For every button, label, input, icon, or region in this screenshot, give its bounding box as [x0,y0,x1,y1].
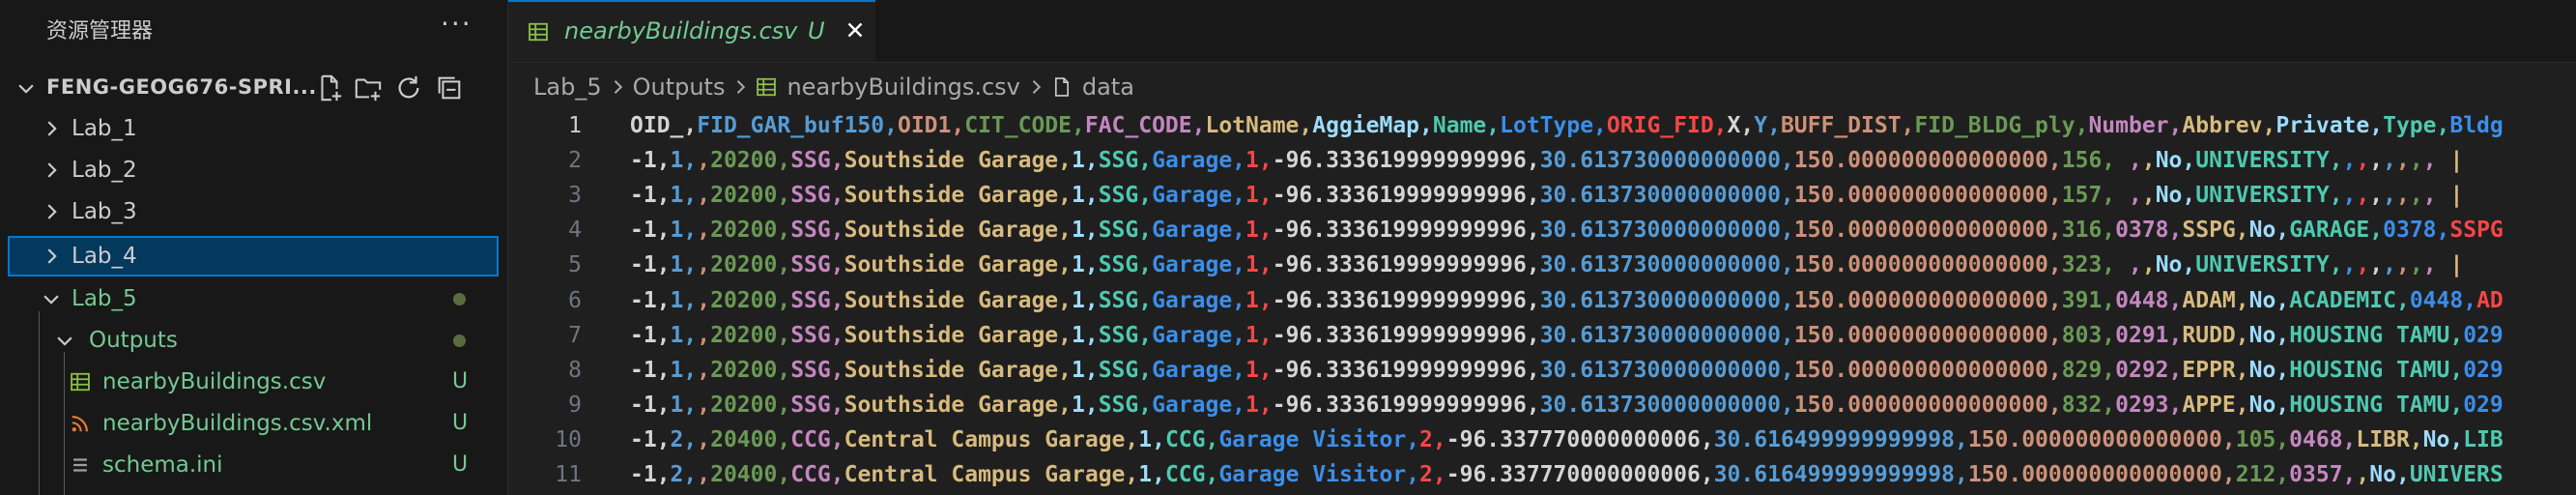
modified-dot [453,335,466,347]
chevron-down-icon [18,84,34,94]
tree-item-label: Lab_5 [72,286,137,311]
tree-item-lab4[interactable]: Lab_4 [8,236,499,277]
chevron-right-icon [47,162,57,178]
collapse-all-icon[interactable] [435,73,464,102]
line-number: 8 [568,357,582,383]
code-line[interactable]: 8 -1,1,,20200,SSG,Southside Garage,1,SSG,… [508,353,2576,388]
tab-label: nearbyBuildings.csv [564,17,798,44]
breadcrumb-item[interactable]: data [1082,73,1134,101]
code-line[interactable]: 5 -1,1,,20200,SSG,Southside Garage,1,SSG,… [508,248,2576,282]
git-status-badge: U [452,411,469,435]
tree-item-lab3[interactable]: Lab_3 [0,191,501,232]
git-status-badge: U [452,369,469,393]
line-number: 11 [555,462,582,487]
tree-item-label: Lab_4 [72,244,137,269]
code-text: -1,1,,20200,SSG,Southside Garage,1,SSG,G… [630,252,2464,278]
tree-item-lab5[interactable]: Lab_5 [0,278,501,319]
tree-item-label: nearbyBuildings.csv [102,369,327,394]
git-status-badge: U [808,17,825,44]
tree-item-lab1[interactable]: Lab_1 [0,108,501,149]
code-text: -1,1,,20200,SSG,Southside Garage,1,SSG,G… [630,322,2504,348]
code-text: OID_,FID_GAR_buf150,OID1,CIT_CODE,FAC_CO… [630,113,2504,138]
file-icon [1054,77,1069,97]
code-line[interactable]: 9 -1,1,,20200,SSG,Southside Garage,1,SSG,… [508,388,2576,422]
code-text: -1,1,,20200,SSG,Southside Garage,1,SSG,G… [630,218,2504,244]
line-number: 6 [568,287,582,313]
workspace-section-header[interactable]: FENG-GEOG676-SPRI... [0,68,507,108]
tree-item-label: nearbyBuildings.csv.xml [102,411,373,436]
modified-dot [453,293,466,306]
code-line[interactable]: 11 -1,2,,20400,CCG,Central Campus Garage,… [508,457,2576,492]
code-text: -1,2,,20400,CCG,Central Campus Garage,1,… [630,426,2504,452]
settings-file-icon [73,458,87,472]
chevron-right-icon [47,204,57,219]
code-line[interactable]: 7 -1,1,,20200,SSG,Southside Garage,1,SSG,… [508,318,2576,353]
code-line[interactable]: 4 -1,1,,20200,SSG,Southside Garage,1,SSG,… [508,213,2576,248]
csv-table-icon [757,77,777,97]
workspace-title: FENG-GEOG676-SPRI... [46,75,317,99]
close-icon[interactable] [843,17,868,43]
code-line[interactable]: 1 OID_,FID_GAR_buf150,OID1,CIT_CODE,FAC_C… [508,108,2576,143]
tree-item-nearbybuildings-csv[interactable]: nearbyBuildings.csv U [0,362,501,402]
code-text: -1,1,,20200,SSG,Southside Garage,1,SSG,G… [630,357,2504,383]
csv-table-icon [529,22,548,42]
code-text: -1,1,,20200,SSG,Southside Garage,1,SSG,G… [630,392,2504,418]
refresh-icon[interactable] [394,73,423,102]
tree-item-nearbybuildings-csv-xml[interactable]: nearbyBuildings.csv.xml U [0,403,501,444]
breadcrumb: Lab_5 Outputs nearbyBuildings.csv data [533,70,1134,104]
code-text: -1,1,,20200,SSG,Southside Garage,1,SSG,G… [630,287,2504,313]
line-number: 1 [568,113,582,138]
line-number: 10 [555,426,582,452]
line-number: 9 [568,392,582,418]
line-number: 3 [568,183,582,209]
breadcrumb-item[interactable]: nearbyBuildings.csv [787,73,1019,101]
chevron-down-icon [57,336,72,346]
code-editor[interactable]: 1 OID_,FID_GAR_buf150,OID1,CIT_CODE,FAC_C… [508,108,2576,495]
tree-item-lab2[interactable]: Lab_2 [0,150,501,190]
new-file-icon[interactable] [315,73,344,102]
code-line[interactable]: 6 -1,1,,20200,SSG,Southside Garage,1,SSG,… [508,283,2576,318]
breadcrumb-item[interactable]: Outputs [633,73,726,101]
rss-icon [72,416,88,432]
line-number: 2 [568,148,582,174]
explorer-sidebar: 资源管理器 ··· FENG-GEOG676-SPRI... Lab_1 Lab… [0,0,508,495]
tree-item-label: schema.ini [102,452,223,478]
tree-item-label: Lab_2 [72,158,137,183]
tree-item-schema-ini[interactable]: schema.ini U [0,445,501,485]
line-number: 5 [568,252,582,278]
tree-item-label: Lab_1 [72,116,137,141]
line-number: 4 [568,218,582,244]
chevron-right-icon [614,80,622,94]
new-folder-icon[interactable] [354,73,383,102]
code-text: -1,2,,20400,CCG,Central Campus Garage,1,… [630,462,2504,487]
explorer-title: 资源管理器 [46,19,154,44]
code-line[interactable]: 2 -1,1,,20200,SSG,Southside Garage,1,SSG,… [508,143,2576,178]
tree-item-label: Outputs [89,328,178,353]
chevron-right-icon [1032,80,1042,94]
chevron-right-icon [47,121,57,136]
code-text: -1,1,,20200,SSG,Southside Garage,1,SSG,G… [630,183,2464,209]
line-number: 7 [568,322,582,348]
code-line[interactable]: 10 -1,2,,20400,CCG,Central Campus Garage,… [508,422,2576,457]
chevron-right-icon [737,80,746,94]
code-text: -1,1,,20200,SSG,Southside Garage,1,SSG,G… [630,148,2464,174]
tab-nearbybuildings-csv[interactable]: nearbyBuildings.csv U [508,0,875,62]
tree-item-outputs[interactable]: Outputs [0,320,501,361]
breadcrumb-item[interactable]: Lab_5 [533,73,602,101]
editor-tab-bar: nearbyBuildings.csv U [508,0,2576,63]
code-line[interactable]: 3 -1,1,,20200,SSG,Southside Garage,1,SSG,… [508,178,2576,213]
more-actions-icon[interactable]: ··· [441,8,472,40]
git-status-badge: U [452,452,469,477]
chevron-right-icon [47,248,57,264]
csv-table-icon [71,372,90,392]
chevron-down-icon [43,295,59,305]
tree-item-label: Lab_3 [72,199,137,224]
